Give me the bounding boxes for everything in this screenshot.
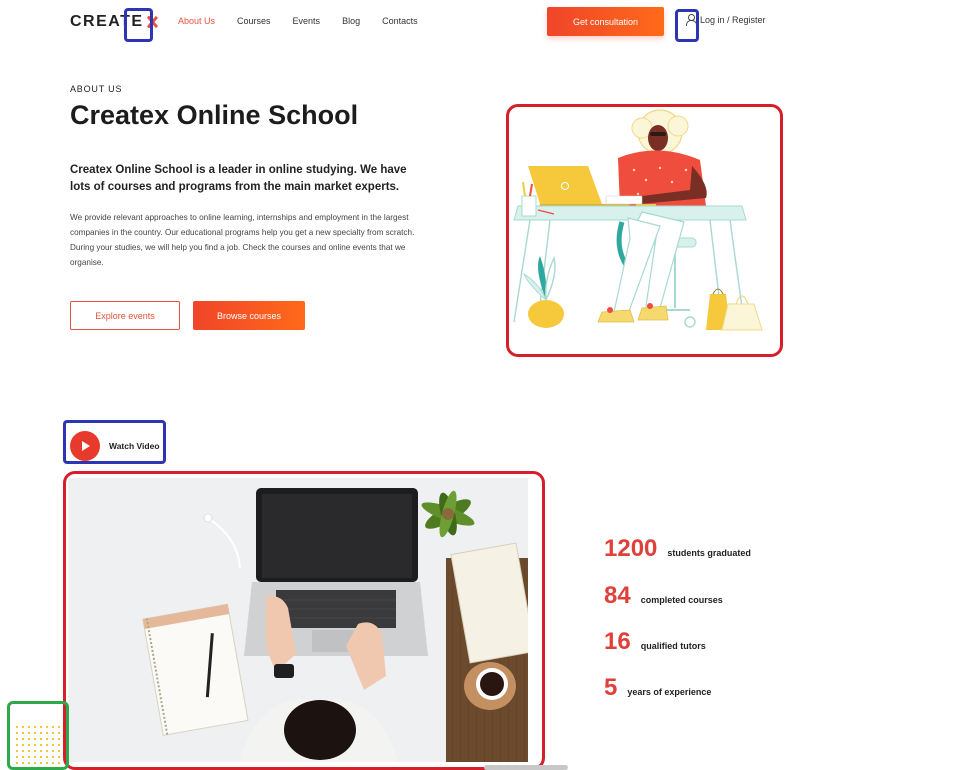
page-title: Createx Online School [70, 100, 359, 130]
stat-value: 5 [604, 674, 618, 701]
nav-events[interactable]: Events [293, 16, 321, 26]
annotation-box-logo-mark [124, 8, 153, 42]
lead-paragraph: Createx Online School is a leader in onl… [70, 164, 407, 193]
get-consultation-button[interactable]: Get consultation [547, 7, 664, 36]
stat-value: 84 [604, 582, 631, 609]
body-paragraph: We provide relevant approaches to online… [70, 213, 415, 267]
stat-value: 16 [604, 628, 631, 655]
stat-label: years of experience [627, 687, 712, 697]
video-preview-image[interactable] [68, 478, 528, 762]
nav-blog[interactable]: Blog [342, 16, 360, 26]
nav-courses[interactable]: Courses [237, 16, 271, 26]
stat-experience: 5 years of experience [604, 674, 711, 702]
stat-label: students graduated [667, 548, 751, 558]
stat-label: qualified tutors [640, 641, 706, 651]
main-nav: About Us Courses Events Blog Contacts [178, 16, 418, 26]
nav-about-us[interactable]: About Us [178, 16, 215, 26]
student-at-desk-illustration [513, 109, 763, 331]
stat-value: 1200 [604, 535, 658, 562]
stat-students: 1200 students graduated [604, 535, 751, 563]
stat-label: completed courses [640, 595, 723, 605]
stat-tutors: 16 qualified tutors [604, 628, 706, 656]
browse-courses-button[interactable]: Browse courses [193, 301, 305, 330]
section-eyebrow: ABOUT US [70, 84, 123, 94]
explore-events-button[interactable]: Explore events [70, 301, 180, 330]
stat-courses: 84 completed courses [604, 582, 723, 610]
annotation-box-watch-video [63, 420, 166, 464]
login-register-label: Log in / Register [700, 15, 766, 25]
annotation-box-dot-pattern [7, 701, 69, 770]
annotation-box-user-icon [675, 9, 699, 42]
nav-contacts[interactable]: Contacts [382, 16, 418, 26]
horizontal-scrollbar[interactable] [484, 765, 568, 770]
